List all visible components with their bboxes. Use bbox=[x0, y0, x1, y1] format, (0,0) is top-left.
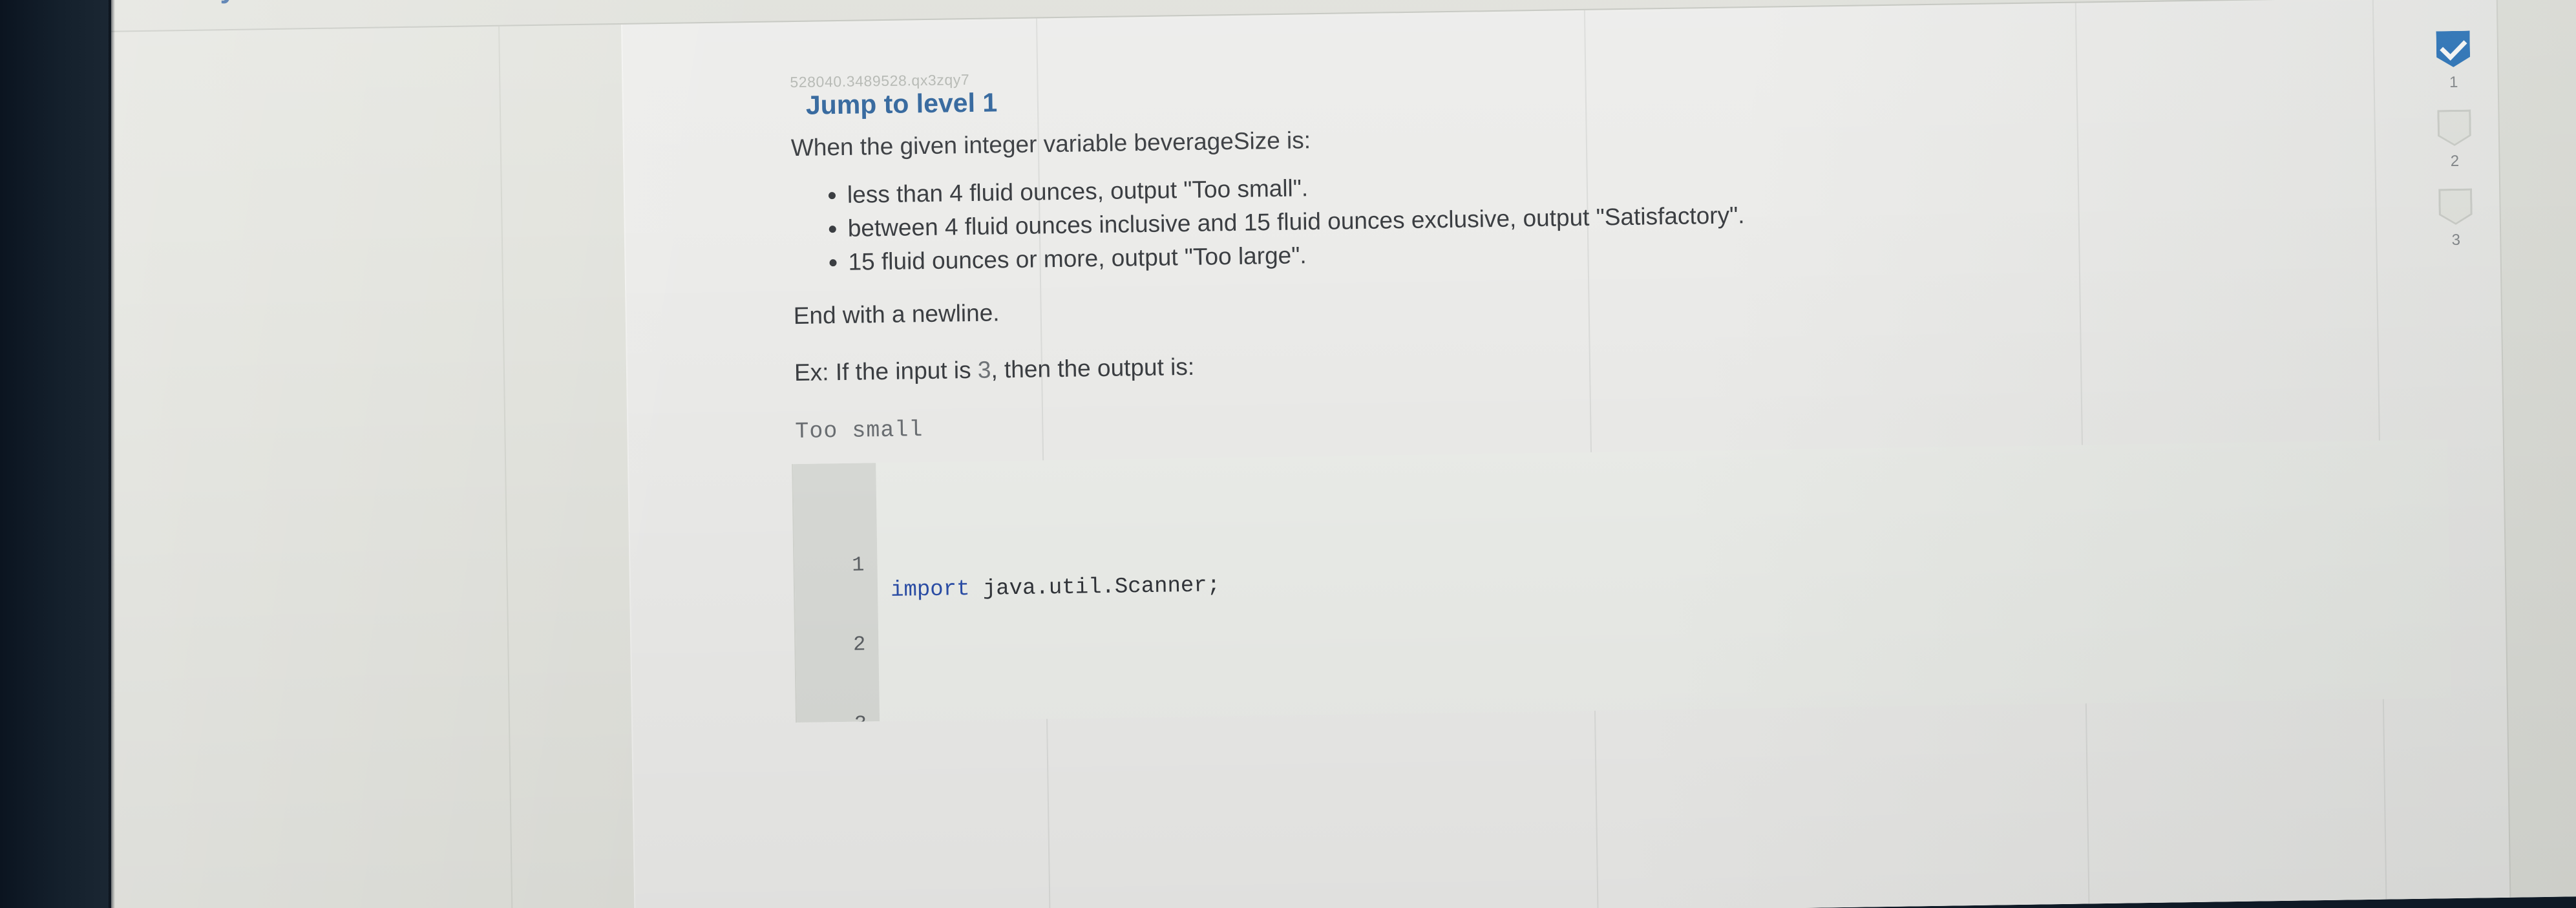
monitor-screen: zyBooks My library > IFT 210: Introducti… bbox=[97, 0, 2576, 908]
line-number: 3 bbox=[797, 710, 867, 723]
activity-container: 528040.3489528.qx3zqy7 Jump to level 1 W… bbox=[622, 0, 2509, 908]
level-badge-2[interactable] bbox=[2437, 110, 2471, 147]
example-prefix: Ex: If the input is bbox=[794, 356, 978, 386]
code-row: 2 bbox=[795, 603, 953, 656]
logo-books: Books bbox=[235, 0, 323, 4]
screenshot-root: zyBooks My library > IFT 210: Introducti… bbox=[0, 0, 2576, 908]
code-lines[interactable]: 1 import java.util.Scanner; 2 3 public c… bbox=[793, 470, 1220, 723]
code-editor[interactable]: 1 import java.util.Scanner; 2 3 public c… bbox=[792, 439, 2451, 723]
code-row: 3 public class BeverageDetails { bbox=[796, 682, 955, 723]
level-badge-3[interactable] bbox=[2438, 189, 2473, 226]
example-line: Ex: If the input is 3, then the output i… bbox=[794, 354, 1195, 386]
list-item: less than 4 fluid ounces, output "Too sm… bbox=[847, 169, 1744, 208]
activity-prompt: When the given integer variable beverage… bbox=[790, 127, 1311, 162]
monitor-bezel bbox=[0, 0, 111, 908]
list-item: between 4 fluid ounces inclusive and 15 … bbox=[847, 202, 1744, 242]
code-text[interactable]: import java.util.Scanner; bbox=[891, 573, 1221, 604]
level-badge-number: 2 bbox=[2450, 152, 2460, 171]
activity-title: Jump to level 1 bbox=[805, 87, 998, 120]
sample-output: Too small bbox=[795, 417, 924, 445]
end-with-newline-note: End with a newline. bbox=[793, 299, 1000, 330]
check-icon bbox=[2440, 33, 2467, 61]
line-number: 2 bbox=[852, 632, 866, 657]
logo-zy: zy bbox=[206, 0, 236, 5]
monitor-bezel-edge bbox=[109, 0, 115, 908]
line-number: 1 bbox=[852, 553, 865, 577]
code-row: 1 import java.util.Scanner; bbox=[794, 523, 1220, 602]
zybooks-logo[interactable]: zyBooks bbox=[206, 0, 323, 5]
level-badge-number: 1 bbox=[2449, 73, 2458, 92]
example-input-value: 3 bbox=[977, 356, 991, 383]
requirements-list: less than 4 fluid ounces, output "Too sm… bbox=[792, 169, 1746, 284]
list-item: 15 fluid ounces or more, output "Too lar… bbox=[848, 237, 1745, 275]
level-badge-1[interactable] bbox=[2436, 31, 2471, 68]
example-suffix: , then the output is: bbox=[991, 353, 1195, 383]
level-badge-number: 3 bbox=[2451, 231, 2461, 249]
level-progress-rail: 1 2 3 bbox=[2414, 30, 2495, 268]
